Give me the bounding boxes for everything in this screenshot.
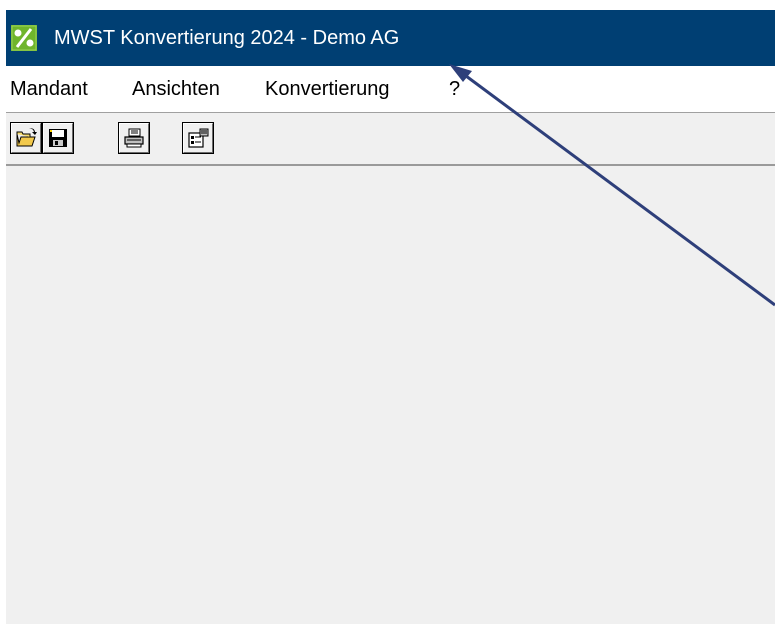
app-window: MWST Konvertierung 2024 - Demo AG Mandan… [6,10,775,624]
print-button[interactable] [118,122,150,154]
save-disk-icon [49,129,67,147]
properties-icon [188,128,209,148]
menu-bar: Mandant Ansichten Konvertierung ? [6,66,775,113]
printer-icon [124,128,144,148]
menu-item-mandant[interactable]: Mandant [10,75,88,103]
properties-button[interactable] [182,122,214,154]
title-bar[interactable]: MWST Konvertierung 2024 - Demo AG [6,10,775,66]
open-button[interactable] [10,122,42,154]
percent-app-icon [11,25,37,51]
menu-item-help[interactable]: ? [449,75,460,103]
toolbar [6,113,775,166]
save-button[interactable] [42,122,74,154]
window-title: MWST Konvertierung 2024 - Demo AG [54,27,400,49]
menu-item-ansichten[interactable]: Ansichten [132,75,220,103]
client-area [6,166,775,624]
open-folder-icon [16,128,37,147]
menu-item-konvertierung[interactable]: Konvertierung [265,75,390,103]
